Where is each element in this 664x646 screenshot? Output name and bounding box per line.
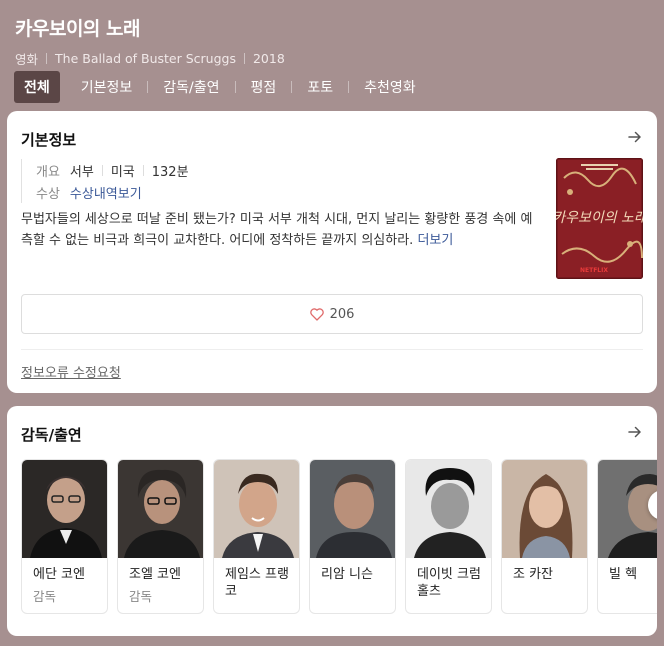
poster-brand: NETFLIX (580, 267, 608, 274)
cast-card-item[interactable]: 에단 코엔 감독 (21, 459, 108, 614)
person-role: 감독 (129, 589, 153, 604)
country-value: 미국 (110, 164, 135, 180)
basic-info-card: 기본정보 개요 서부 미국 132분 수상 수상내역보기 무법자들의 세상으로 … (7, 111, 657, 393)
arrow-right-icon[interactable] (627, 129, 643, 145)
tab-separator (234, 81, 236, 93)
award-link[interactable]: 수상내역보기 (70, 183, 142, 202)
genre-label: 영화 (15, 52, 39, 67)
tab-recommended[interactable]: 추천영화 (354, 71, 426, 103)
person-name: 데이빗 크럼홀츠 (417, 567, 481, 599)
cast-card-item[interactable]: 조 카잔 (501, 459, 588, 614)
person-name: 리암 니슨 (321, 567, 373, 582)
release-year: 2018 (252, 51, 285, 66)
basic-info-heading[interactable]: 기본정보 (21, 129, 76, 150)
synopsis: 무법자들의 세상으로 떠날 준비 됐는가? 미국 서부 개척 시대, 먼지 날리… (21, 209, 541, 251)
cast-card-item[interactable]: 데이빗 크럼홀츠 (405, 459, 492, 614)
person-portrait (214, 460, 299, 558)
cast-card-item[interactable]: 리암 니슨 (309, 459, 396, 614)
divider (46, 53, 48, 64)
like-count: 206 (329, 306, 355, 322)
heart-icon (309, 307, 324, 321)
award-row: 수상 수상내역보기 (21, 181, 541, 203)
divider (243, 53, 245, 64)
person-portrait (502, 460, 587, 558)
person-role (406, 600, 491, 603)
person-role (214, 600, 299, 603)
original-title: The Ballad of Buster Scruggs (55, 51, 236, 66)
cast-list: 에단 코엔 감독 조엘 코엔 감독 제임스 프랭코 리암 니슨 데이빗 크럼홀츠… (21, 459, 657, 614)
person-name: 제임스 프랭코 (225, 567, 289, 599)
overview-row: 개요 서부 미국 132분 (21, 159, 541, 181)
cast-card-item[interactable]: 조엘 코엔 감독 (117, 459, 204, 614)
divider (101, 164, 103, 176)
info-list: 개요 서부 미국 132분 수상 수상내역보기 (21, 159, 541, 203)
report-error-link[interactable]: 정보오류 수정요청 (21, 362, 121, 381)
person-portrait (406, 460, 491, 558)
person-role: 감독 (33, 589, 57, 604)
person-name: 조엘 코엔 (129, 567, 181, 582)
person-photo (118, 460, 203, 558)
divider (21, 349, 643, 350)
tab-all[interactable]: 전체 (14, 71, 60, 103)
person-portrait (310, 460, 395, 558)
person-photo (22, 460, 107, 558)
tab-separator (291, 81, 293, 93)
tab-basic-info[interactable]: 기본정보 (71, 71, 143, 103)
subtitle: 영화 The Ballad of Buster Scruggs 2018 (15, 49, 649, 68)
cast-card: 감독/출연 에단 코엔 감독 조엘 코엔 감독 제임스 프랭코 리암 니슨 데이… (7, 406, 657, 636)
poster-title: 카우보이의 노래 (556, 210, 643, 226)
person-name: 조 카잔 (513, 567, 554, 582)
person-name: 에단 코엔 (33, 567, 85, 582)
award-label: 수상 (36, 186, 60, 202)
tab-separator (147, 81, 149, 93)
cast-card-item[interactable]: 빌 헥 (597, 459, 657, 614)
divider (142, 164, 144, 176)
tab-bar: 전체 기본정보 감독/출연 평점 포토 추천영화 (14, 71, 426, 103)
cast-card-item[interactable]: 제임스 프랭코 (213, 459, 300, 614)
arrow-right-icon[interactable] (627, 424, 643, 440)
person-role (502, 583, 587, 586)
person-photo (502, 460, 587, 558)
cast-heading[interactable]: 감독/출연 (21, 424, 82, 445)
genre-value: 서부 (69, 164, 94, 180)
like-button[interactable]: 206 (21, 294, 643, 334)
person-role (310, 583, 395, 586)
person-name: 빌 헥 (609, 567, 638, 582)
tab-photo[interactable]: 포토 (297, 71, 343, 103)
person-photo (310, 460, 395, 558)
tab-separator (348, 81, 350, 93)
page-title: 카우보이의 노래 (15, 18, 140, 40)
person-portrait (118, 460, 203, 558)
poster-art: 카우보이의 노래 NETFLIX (556, 158, 643, 279)
runtime-value: 132분 (151, 164, 189, 180)
person-photo (214, 460, 299, 558)
overview-label: 개요 (36, 164, 60, 180)
person-photo (406, 460, 491, 558)
person-role (598, 583, 657, 586)
person-portrait (22, 460, 107, 558)
movie-poster[interactable]: 카우보이의 노래 NETFLIX (556, 158, 643, 279)
tab-rating[interactable]: 평점 (241, 71, 287, 103)
synopsis-text: 무법자들의 세상으로 떠날 준비 됐는가? 미국 서부 개척 시대, 먼지 날리… (21, 212, 533, 248)
more-link[interactable]: 더보기 (417, 233, 453, 248)
tab-cast[interactable]: 감독/출연 (153, 71, 229, 103)
